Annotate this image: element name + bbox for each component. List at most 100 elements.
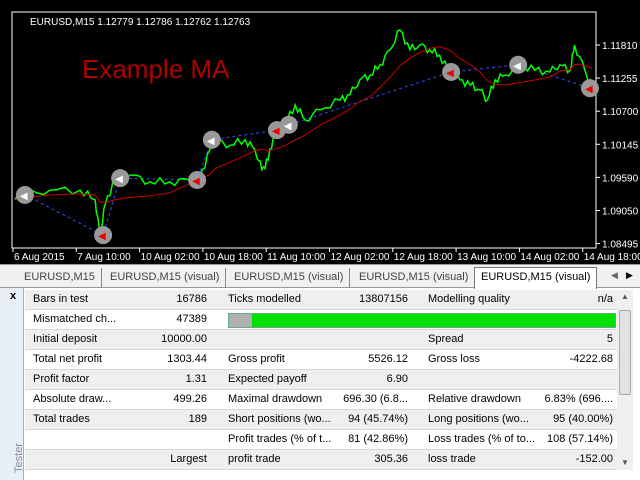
cell-label: profit trade [228, 453, 281, 465]
scroll-down-icon[interactable]: ▼ [621, 458, 629, 467]
tab-visual-3[interactable]: EURUSD,M15 (visual) [353, 268, 474, 288]
cell-value: n/a [597, 293, 613, 305]
cell-value: 95 (40.00%) [553, 413, 613, 425]
trade-arrow-icon: ◀ [585, 84, 593, 95]
trade-arrow-icon: ◀ [446, 68, 454, 79]
time-tick-label: 12 Aug 18:00 [394, 252, 453, 263]
cell-label: Total trades [33, 413, 90, 425]
time-tick-label: 11 Aug 10:00 [267, 252, 326, 263]
cell-label: Mismatched ch... [33, 313, 117, 325]
trade-arrow-icon: ◀ [20, 191, 28, 202]
close-icon[interactable]: x [10, 290, 16, 302]
tab-report[interactable]: EURUSD,M15 [18, 268, 102, 288]
table-row: Total net profit 1303.44 Gross profit 5526.… [25, 350, 617, 370]
price-tick-label: 1.10700 [602, 107, 639, 118]
table-row: Profit trades (% of t... 81 (42.86%) Loss … [25, 430, 617, 450]
price-tick-label: 1.10145 [602, 140, 639, 151]
table-row: Profit factor 1.31 Expected payoff 6.90 [25, 370, 617, 390]
cell-label: Profit factor [33, 373, 90, 385]
trade-arrow-icon: ◀ [98, 231, 106, 242]
tab-visual-2[interactable]: EURUSD,M15 (visual) [228, 268, 351, 288]
table-row: Bars in test 16786 Ticks modelled 13807156 M… [25, 290, 617, 310]
cell-label: Modelling quality [428, 293, 510, 305]
trade-line [24, 64, 591, 236]
modelling-quality-bar [228, 313, 616, 328]
tab-visual-4[interactable]: EURUSD,M15 (visual) [474, 267, 598, 289]
trade-arrow-icon: ◀ [207, 136, 215, 147]
tab-scroll-left-icon[interactable]: ◀ [611, 270, 618, 281]
cell-value: 1303.44 [167, 353, 207, 365]
table-row: Initial deposit 10000.00 Spread 5 [25, 330, 617, 350]
trade-marker: ◀ [15, 185, 34, 204]
cell-label: Long positions (wo... [428, 413, 529, 425]
cell-value: -152.00 [575, 453, 613, 465]
cell-label: Gross loss [428, 353, 480, 365]
cell-label: Gross profit [228, 353, 285, 365]
time-tick-label: 7 Aug 10:00 [77, 252, 131, 263]
cell-value: 696.30 (6.8... [343, 393, 408, 405]
cell-label: Short positions (wo... [228, 413, 331, 425]
trade-marker: ◀ [202, 130, 221, 149]
cell-value: 6.90 [386, 373, 408, 385]
cell-value: 1.31 [185, 373, 207, 385]
cell-value: 499.26 [173, 393, 207, 405]
chart-canvas: EURUSD,M15 1.12779 1.12786 1.12762 1.127… [11, 11, 640, 263]
trade-marker: ◀ [94, 226, 113, 245]
time-tick-label: 10 Aug 02:00 [141, 252, 200, 263]
scroll-up-icon[interactable]: ▲ [621, 292, 629, 301]
cell-value: -4222.68 [569, 353, 613, 365]
price-chart[interactable]: EURUSD,M15 1.12779 1.12786 1.12762 1.127… [0, 0, 640, 264]
price-tick-label: 1.08495 [602, 240, 639, 251]
tab-bar: EURUSD,M15 EURUSD,M15 (visual) EURUSD,M1… [0, 264, 640, 289]
cell-label: Expected payoff [228, 373, 307, 385]
table-row: Absolute draw... 499.26 Maximal drawdown 69… [25, 390, 617, 410]
tester-label: Tester [12, 443, 25, 473]
cell-label: Loss trades (% of to... [428, 433, 535, 445]
scroll-thumb[interactable] [619, 310, 631, 395]
cell-label: Spread [428, 333, 464, 345]
cell-value: 5526.12 [368, 353, 408, 365]
trade-marker: ◀ [442, 62, 461, 81]
cell-value: 189 [188, 413, 207, 425]
price-tick-label: 1.11255 [602, 74, 638, 85]
cell-label: Maximal drawdown [228, 393, 323, 405]
tab-visual-1[interactable]: EURUSD,M15 (visual) [104, 268, 227, 288]
scrollbar[interactable]: ▲ ▼ [617, 290, 633, 470]
cell-value: 305.36 [374, 453, 408, 465]
report-table: Bars in test 16786 Ticks modelled 13807156 M… [25, 290, 617, 470]
cell-label: Ticks modelled [228, 293, 301, 305]
time-tick-label: 10 Aug 18:00 [204, 252, 263, 263]
cell-label: Initial deposit [33, 333, 98, 345]
price-tick-label: 1.11810 [602, 41, 638, 52]
trade-marker: ◀ [509, 55, 528, 74]
trade-arrow-icon: ◀ [192, 176, 200, 187]
trade-marker: ◀ [581, 79, 599, 98]
trade-arrow-icon: ◀ [284, 121, 292, 132]
trade-marker: ◀ [279, 115, 298, 134]
cell-label: Profit trades (% of t... [228, 433, 332, 445]
time-tick-label: 14 Aug 02:00 [520, 252, 579, 263]
cell-value: Largest [170, 453, 207, 465]
cell-label: Relative drawdown [428, 393, 521, 405]
time-tick-label: 12 Aug 02:00 [331, 252, 390, 263]
cell-label: Total net profit [33, 353, 103, 365]
time-tick-label: 13 Aug 10:00 [457, 252, 516, 263]
cell-value: 94 (45.74%) [348, 413, 408, 425]
cell-value: 6.83% (696.... [544, 393, 614, 405]
table-row: Total trades 189 Short positions (wo... 94 … [25, 410, 617, 430]
time-tick-label: 6 Aug 2015 [14, 252, 65, 263]
cell-value: 10000.00 [161, 333, 207, 345]
cell-label: loss trade [428, 453, 476, 465]
symbol-info: EURUSD,M15 1.12779 1.12786 1.12762 1.127… [30, 17, 251, 28]
cell-label: Bars in test [33, 293, 89, 305]
trade-marker: ◀ [111, 169, 130, 188]
trade-arrow-icon: ◀ [115, 174, 123, 185]
cell-value: 5 [606, 333, 613, 345]
chart-frame [11, 11, 597, 249]
cell-value: 47389 [176, 313, 207, 325]
table-row: Largest profit trade 305.36 loss trade -152.… [25, 450, 617, 470]
cell-value: 16786 [176, 293, 207, 305]
trade-arrow-icon: ◀ [513, 61, 521, 72]
cell-value: 108 (57.14%) [546, 433, 613, 445]
tab-scroll-right-icon[interactable]: ▶ [626, 270, 633, 281]
